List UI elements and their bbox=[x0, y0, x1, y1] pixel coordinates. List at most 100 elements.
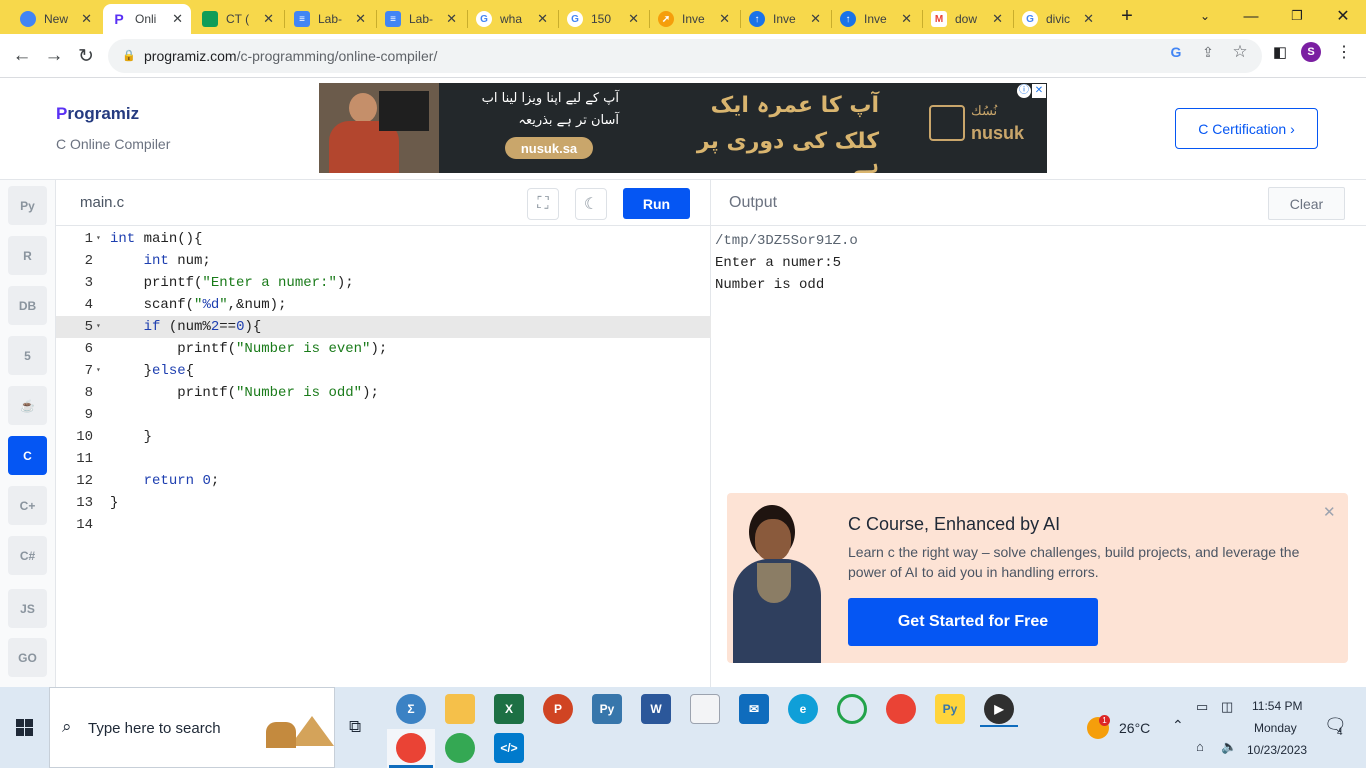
loading-app-icon[interactable] bbox=[837, 694, 867, 724]
code-line[interactable]: 13} bbox=[56, 492, 711, 514]
code-line[interactable]: 4 scanf("%d",&num); bbox=[56, 294, 711, 316]
tab-search-icon[interactable]: ⌄ bbox=[1182, 0, 1228, 32]
browser-tab[interactable]: New ✕ bbox=[12, 4, 100, 34]
word-icon[interactable]: W bbox=[641, 694, 671, 724]
code-line[interactable]: 14 bbox=[56, 514, 711, 536]
volume-icon[interactable]: 🔈 bbox=[1221, 739, 1237, 755]
close-icon[interactable]: ✕ bbox=[263, 11, 274, 27]
meet-now-icon[interactable]: ◫ bbox=[1221, 699, 1233, 715]
code-line[interactable]: 6 printf("Number is even"); bbox=[56, 338, 711, 360]
python-file-icon[interactable]: Py bbox=[935, 694, 965, 724]
code-line[interactable]: 7 ▾ }else{ bbox=[56, 360, 711, 382]
code-line[interactable]: 2 int num; bbox=[56, 250, 711, 272]
powerpoint-icon[interactable]: P bbox=[543, 694, 573, 724]
media-player-icon[interactable]: ▶ bbox=[984, 694, 1014, 724]
c-certification-button[interactable]: C Certification › bbox=[1175, 108, 1318, 149]
browser-tab[interactable]: ➚ Inve ✕ bbox=[650, 4, 738, 34]
windows-start-icon[interactable] bbox=[16, 719, 33, 736]
python-idle-icon[interactable]: Py bbox=[592, 694, 622, 724]
browser-tab[interactable]: G divic ✕ bbox=[1014, 4, 1102, 34]
browser-tab[interactable]: ↑ Inve ✕ bbox=[832, 4, 920, 34]
weather-temp[interactable]: 26°C bbox=[1119, 720, 1150, 736]
code-line[interactable]: 12 return 0; bbox=[56, 470, 711, 492]
share-icon[interactable]: ⇪ bbox=[1198, 42, 1218, 62]
javascript-icon[interactable]: JS bbox=[8, 589, 47, 628]
browser-tab[interactable]: ↑ Inve ✕ bbox=[741, 4, 829, 34]
file-explorer-icon[interactable] bbox=[445, 694, 475, 724]
reload-icon[interactable]: ↻ bbox=[72, 42, 100, 70]
code-line[interactable]: 10 } bbox=[56, 426, 711, 448]
close-icon[interactable]: ✕ bbox=[628, 11, 639, 27]
notepad-icon[interactable] bbox=[690, 694, 720, 724]
ad-close-icon[interactable]: ✕ bbox=[1032, 84, 1046, 98]
go-icon[interactable]: GO bbox=[8, 638, 47, 677]
close-icon[interactable]: ✕ bbox=[172, 11, 183, 27]
clock-day[interactable]: Monday bbox=[1254, 721, 1297, 735]
browser-tab[interactable]: ≡ Lab- ✕ bbox=[377, 4, 465, 34]
bookmark-star-icon[interactable]: ☆ bbox=[1230, 42, 1250, 62]
browser-tab-active[interactable]: P Onli ✕ bbox=[103, 4, 191, 34]
clear-button[interactable]: Clear bbox=[1268, 187, 1345, 220]
edge-icon[interactable]: e bbox=[788, 694, 818, 724]
run-button[interactable]: Run bbox=[623, 188, 690, 219]
restore-icon[interactable]: ❐ bbox=[1274, 0, 1320, 32]
close-icon[interactable]: ✕ bbox=[810, 11, 821, 27]
clock-date[interactable]: 10/23/2023 bbox=[1247, 743, 1307, 757]
close-icon[interactable]: ✕ bbox=[719, 11, 730, 27]
output-console[interactable]: /tmp/3DZ5Sor91Z.o Enter a numer:5 Number… bbox=[715, 230, 858, 296]
math-app-icon[interactable]: Σ bbox=[396, 694, 426, 724]
ad-banner[interactable]: آپ کے لیے اپنا ویزا لینا اب آسان تر ہے ب… bbox=[319, 83, 1047, 173]
new-tab-icon[interactable]: + bbox=[1104, 0, 1150, 32]
browser-tab[interactable]: ≡ Lab- ✕ bbox=[286, 4, 374, 34]
code-line[interactable]: 3 printf("Enter a numer:"); bbox=[56, 272, 711, 294]
fullscreen-icon[interactable]: ⛶ bbox=[527, 188, 559, 220]
close-icon[interactable]: ✕ bbox=[1083, 11, 1094, 27]
url-text[interactable]: programiz.com/c-programming/online-compi… bbox=[144, 48, 437, 64]
c-icon[interactable]: C bbox=[8, 436, 47, 475]
get-started-button[interactable]: Get Started for Free bbox=[848, 598, 1098, 646]
close-icon[interactable]: ✕ bbox=[537, 11, 548, 27]
browser-tab[interactable]: CT ( ✕ bbox=[194, 4, 282, 34]
network-icon[interactable]: ⌂ bbox=[1196, 739, 1204, 754]
chrome-profile-icon[interactable] bbox=[445, 733, 475, 763]
close-icon[interactable]: ✕ bbox=[901, 11, 912, 27]
code-line[interactable]: 9 bbox=[56, 404, 711, 426]
forward-icon[interactable]: → bbox=[40, 42, 68, 70]
chevron-up-icon[interactable]: ⌃ bbox=[1172, 717, 1184, 734]
battery-icon[interactable]: ▭ bbox=[1196, 699, 1208, 715]
close-icon[interactable]: ✕ bbox=[81, 11, 92, 27]
excel-icon[interactable]: X bbox=[494, 694, 524, 724]
chrome-profile-icon[interactable] bbox=[396, 733, 426, 763]
side-panel-icon[interactable]: ◧ bbox=[1270, 42, 1290, 62]
html5-icon[interactable]: 5 bbox=[8, 336, 47, 375]
window-close-icon[interactable]: ✕ bbox=[1320, 0, 1366, 32]
ad-info-icon[interactable]: ⓘ bbox=[1017, 84, 1031, 98]
code-area[interactable]: 1 ▾ int main(){ 2 int num; 3 printf("Enter… bbox=[56, 228, 711, 536]
profile-avatar[interactable]: S bbox=[1301, 42, 1321, 62]
r-icon[interactable]: R bbox=[8, 236, 47, 275]
python-icon[interactable]: Py bbox=[8, 186, 47, 225]
chrome-icon[interactable] bbox=[886, 694, 916, 724]
address-bar[interactable]: 🔒 programiz.com/c-programming/online-com… bbox=[108, 39, 1262, 73]
back-icon[interactable]: ← bbox=[8, 42, 36, 70]
taskbar-search[interactable]: ⌕ Type here to search bbox=[49, 687, 335, 768]
clock-time[interactable]: 11:54 PM bbox=[1252, 699, 1302, 713]
programiz-logo[interactable]: Programiz bbox=[56, 104, 139, 124]
google-lens-icon[interactable]: G bbox=[1166, 42, 1186, 62]
csharp-icon[interactable]: C# bbox=[8, 536, 47, 575]
cpp-icon[interactable]: C+ bbox=[8, 486, 47, 525]
ad-button[interactable]: nusuk.sa bbox=[505, 137, 593, 159]
vscode-icon[interactable]: </> bbox=[494, 733, 524, 763]
code-line[interactable]: 11 bbox=[56, 448, 711, 470]
mail-icon[interactable]: ✉ bbox=[739, 694, 769, 724]
browser-tab[interactable]: M dow ✕ bbox=[923, 4, 1011, 34]
code-line-active[interactable]: 5 ▾ if (num%2==0){ bbox=[56, 316, 711, 338]
close-icon[interactable]: ✕ bbox=[355, 11, 366, 27]
file-tab[interactable]: main.c bbox=[80, 194, 124, 211]
close-icon[interactable]: ✕ bbox=[446, 11, 457, 27]
notification-icon[interactable]: 🗨 bbox=[1324, 715, 1347, 736]
close-icon[interactable]: ✕ bbox=[1323, 503, 1336, 521]
dark-mode-icon[interactable]: ☾ bbox=[575, 188, 607, 220]
minimize-icon[interactable]: — bbox=[1228, 0, 1274, 32]
code-line[interactable]: 8 printf("Number is odd"); bbox=[56, 382, 711, 404]
